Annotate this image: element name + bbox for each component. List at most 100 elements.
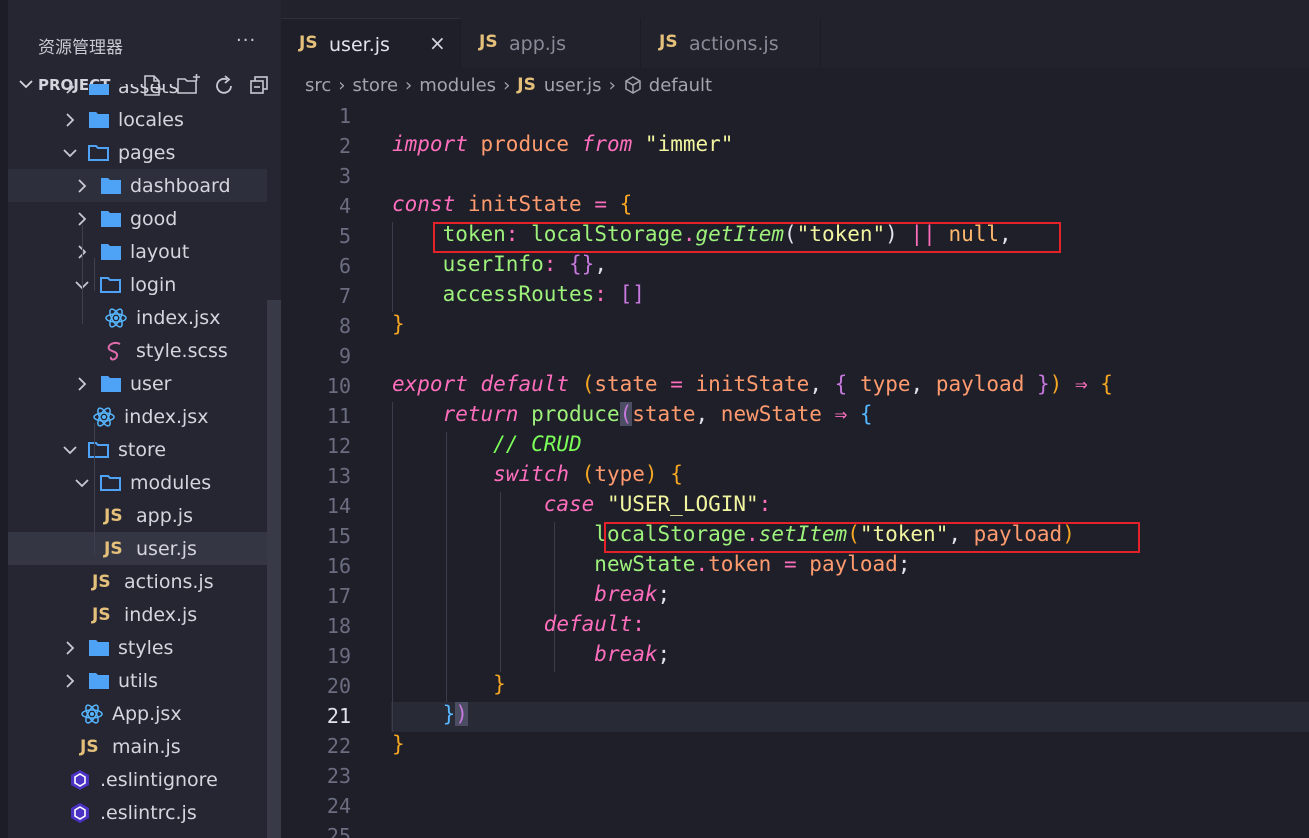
folder-icon bbox=[101, 178, 121, 194]
tree-item-label: index.jsx bbox=[124, 406, 209, 428]
code-line-22: } bbox=[392, 732, 405, 756]
line-number: 3 bbox=[338, 164, 351, 188]
breadcrumb-item[interactable]: modules bbox=[419, 75, 496, 96]
line-number: 4 bbox=[338, 194, 351, 218]
explorer-title: 资源管理器 bbox=[38, 38, 123, 58]
code-line-7: accessRoutes: [] bbox=[442, 282, 645, 306]
chevron-down-icon bbox=[75, 479, 89, 488]
tree-item[interactable]: store bbox=[8, 433, 267, 466]
tree-item-label: layout bbox=[130, 241, 190, 263]
tree-item[interactable]: .eslintrc.js bbox=[8, 796, 267, 829]
tree-item-label: index.jsx bbox=[136, 307, 221, 329]
tree-item[interactable]: pages bbox=[8, 136, 267, 169]
folder-icon bbox=[89, 84, 109, 95]
react-icon bbox=[105, 308, 127, 328]
tree-item[interactable]: App.jsx bbox=[8, 697, 267, 730]
eslint-icon bbox=[71, 770, 89, 790]
tab-user-js[interactable]: JS user.js × bbox=[281, 18, 461, 69]
sidebar-scrollbar[interactable] bbox=[267, 300, 281, 838]
tree-item[interactable]: assets bbox=[8, 84, 267, 103]
code-line-11: return produce(state, newState ⇒ { bbox=[442, 402, 873, 426]
code-line-21: }) bbox=[442, 702, 468, 726]
tree-item-label: app.js bbox=[136, 505, 193, 527]
close-icon[interactable]: × bbox=[429, 31, 446, 55]
folder-icon bbox=[89, 673, 109, 689]
line-number: 1 bbox=[338, 104, 351, 128]
js-file-icon: JS bbox=[479, 32, 498, 52]
code-line-20: } bbox=[493, 672, 506, 696]
current-line-highlight bbox=[391, 702, 1309, 732]
breadcrumb: src › store › modules › JS user.js › default bbox=[305, 74, 712, 100]
tree-indent-guide bbox=[94, 258, 95, 291]
folder-open-icon bbox=[100, 475, 121, 491]
js-file-icon: JS bbox=[517, 75, 536, 95]
line-number: 21 bbox=[326, 704, 351, 728]
chevron-right-icon: › bbox=[503, 74, 511, 96]
file-tree: assets locales pages dashboard good layout log… bbox=[8, 84, 267, 838]
react-icon bbox=[81, 704, 103, 724]
tree-item-label: login bbox=[130, 274, 177, 296]
tree-item-label: good bbox=[130, 208, 178, 230]
tab-label: actions.js bbox=[689, 33, 779, 55]
tree-item[interactable]: style.scss bbox=[8, 334, 267, 367]
line-number: 2 bbox=[338, 134, 351, 158]
tree-item[interactable]: layout bbox=[8, 235, 267, 268]
chevron-down-icon bbox=[63, 446, 77, 455]
tree-item[interactable]: JS user.js bbox=[8, 532, 267, 565]
tree-item[interactable]: modules bbox=[8, 466, 267, 499]
line-number: 19 bbox=[326, 644, 351, 668]
tree-item[interactable]: .eslintignore bbox=[8, 763, 267, 796]
tree-item[interactable]: index.jsx bbox=[8, 301, 267, 334]
breadcrumb-item[interactable]: store bbox=[352, 75, 398, 96]
js-file-icon: JS bbox=[92, 572, 111, 592]
chevron-right-icon bbox=[78, 179, 87, 193]
tree-item[interactable]: utils bbox=[8, 664, 267, 697]
line-number: 5 bbox=[338, 224, 351, 248]
js-file-icon: JS bbox=[104, 506, 123, 526]
breadcrumb-item[interactable]: src bbox=[305, 75, 331, 96]
highlight-box-setitem bbox=[604, 522, 1140, 553]
breadcrumb-item[interactable]: user.js bbox=[544, 75, 602, 96]
tree-item[interactable]: JS actions.js bbox=[8, 565, 267, 598]
tree-item[interactable]: styles bbox=[8, 631, 267, 664]
tree-item-label: pages bbox=[118, 142, 176, 164]
more-actions-icon[interactable]: ··· bbox=[236, 30, 256, 51]
line-number: 12 bbox=[326, 434, 351, 458]
activity-bar-edge bbox=[0, 0, 8, 838]
tree-item[interactable]: login bbox=[8, 268, 267, 301]
code-line-8: } bbox=[392, 312, 405, 336]
chevron-right-icon: › bbox=[405, 74, 413, 96]
eslint-icon bbox=[71, 803, 89, 823]
tree-item[interactable]: user bbox=[8, 367, 267, 400]
tab-label: user.js bbox=[329, 34, 390, 56]
js-file-icon: JS bbox=[659, 32, 678, 52]
folder-icon bbox=[89, 640, 109, 656]
tree-item[interactable]: dashboard bbox=[8, 169, 267, 202]
symbol-cube-icon bbox=[625, 76, 641, 94]
tree-item-label: style.scss bbox=[136, 340, 228, 362]
line-number: 7 bbox=[338, 284, 351, 308]
tree-item[interactable]: locales bbox=[8, 103, 267, 136]
chevron-right-icon: › bbox=[338, 74, 346, 96]
code-editor[interactable]: 1 2 3 4 5 6 7 8 9 10 11 12 13 14 15 16 17 18 19 20 21 22 23 24 2… bbox=[281, 102, 1309, 838]
tab-actions-js[interactable]: JS actions.js bbox=[641, 18, 821, 68]
js-file-icon: JS bbox=[92, 605, 111, 625]
tree-item[interactable]: JS app.js bbox=[8, 499, 267, 532]
folder-icon bbox=[101, 244, 121, 260]
tree-item-label: .eslintrc.js bbox=[100, 802, 197, 824]
code-line-12: // CRUD bbox=[493, 432, 582, 456]
tree-indent-guide bbox=[94, 423, 95, 555]
code-line-16: newState.token = payload; bbox=[594, 552, 911, 576]
code-line-6: userInfo: {}, bbox=[442, 252, 607, 276]
tab-app-js[interactable]: JS app.js bbox=[461, 18, 641, 68]
line-number: 23 bbox=[326, 764, 351, 788]
code-line-13: switch (type) { bbox=[493, 462, 683, 486]
tree-item[interactable]: JS index.js bbox=[8, 598, 267, 631]
tree-item[interactable]: good bbox=[8, 202, 267, 235]
breadcrumb-item[interactable]: default bbox=[649, 75, 712, 96]
code-line-10: export default (state = initState, { typ… bbox=[392, 372, 1113, 396]
tree-item[interactable]: index.jsx bbox=[8, 400, 267, 433]
tree-item[interactable]: JS main.js bbox=[8, 730, 267, 763]
line-number: 9 bbox=[338, 344, 351, 368]
js-file-icon: JS bbox=[104, 539, 123, 559]
